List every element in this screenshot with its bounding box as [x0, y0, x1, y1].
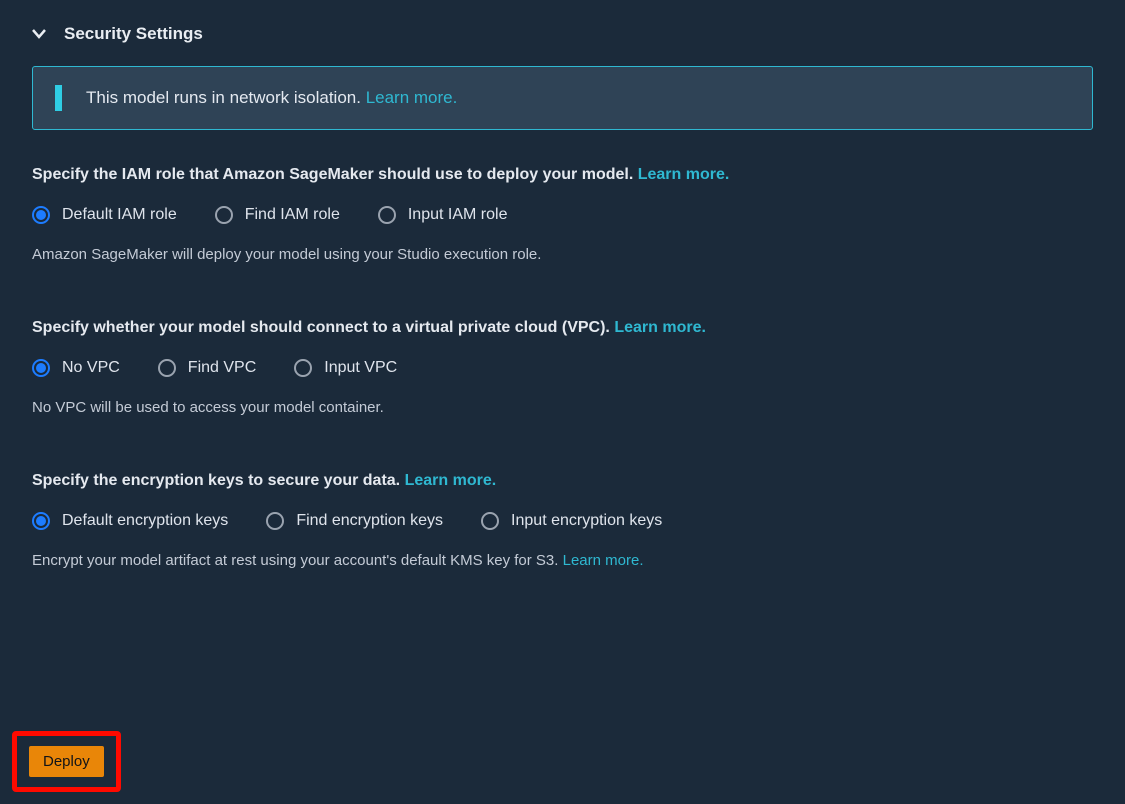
chevron-down-icon [32, 27, 46, 41]
security-settings-header[interactable]: Security Settings [32, 24, 1093, 44]
radio-find-iam-role[interactable]: Find IAM role [215, 206, 340, 224]
encryption-heading: Specify the encryption keys to secure yo… [32, 472, 1093, 490]
iam-heading: Specify the IAM role that Amazon SageMak… [32, 166, 1093, 184]
radio-label: No VPC [62, 359, 120, 377]
radio-label: Find VPC [188, 359, 256, 377]
vpc-section: Specify whether your model should connec… [32, 319, 1093, 416]
vpc-radio-group: No VPC Find VPC Input VPC [32, 359, 1093, 377]
radio-no-vpc[interactable]: No VPC [32, 359, 120, 377]
radio-label: Find IAM role [245, 206, 340, 224]
encryption-learn-more-link[interactable]: Learn more. [405, 472, 497, 489]
radio-find-vpc[interactable]: Find VPC [158, 359, 256, 377]
radio-icon [266, 512, 284, 530]
iam-radio-group: Default IAM role Find IAM role Input IAM… [32, 206, 1093, 224]
encryption-helper-learn-more-link[interactable]: Learn more. [563, 552, 644, 569]
vpc-heading: Specify whether your model should connec… [32, 319, 1093, 337]
banner-learn-more-link[interactable]: Learn more. [366, 88, 458, 107]
radio-label: Find encryption keys [296, 512, 443, 530]
section-title: Security Settings [64, 24, 203, 44]
banner-accent [55, 85, 62, 111]
iam-role-section: Specify the IAM role that Amazon SageMak… [32, 166, 1093, 263]
radio-label: Input encryption keys [511, 512, 662, 530]
radio-label: Input VPC [324, 359, 397, 377]
radio-icon [294, 359, 312, 377]
radio-label: Default IAM role [62, 206, 177, 224]
radio-icon [32, 359, 50, 377]
banner-text: This model runs in network isolation. Le… [86, 88, 457, 108]
vpc-helper-text: No VPC will be used to access your model… [32, 399, 1093, 416]
radio-input-vpc[interactable]: Input VPC [294, 359, 397, 377]
encryption-section: Specify the encryption keys to secure yo… [32, 472, 1093, 569]
vpc-learn-more-link[interactable]: Learn more. [614, 319, 706, 336]
encryption-helper-text: Encrypt your model artifact at rest usin… [32, 552, 1093, 569]
radio-label: Default encryption keys [62, 512, 228, 530]
deploy-button[interactable]: Deploy [29, 746, 104, 777]
radio-icon [215, 206, 233, 224]
radio-input-encryption-keys[interactable]: Input encryption keys [481, 512, 662, 530]
radio-icon [378, 206, 396, 224]
radio-find-encryption-keys[interactable]: Find encryption keys [266, 512, 443, 530]
banner-message: This model runs in network isolation. [86, 88, 366, 107]
radio-input-iam-role[interactable]: Input IAM role [378, 206, 508, 224]
radio-icon [158, 359, 176, 377]
deploy-highlight-box: Deploy [12, 731, 121, 792]
radio-default-iam-role[interactable]: Default IAM role [32, 206, 177, 224]
encryption-radio-group: Default encryption keys Find encryption … [32, 512, 1093, 530]
radio-default-encryption-keys[interactable]: Default encryption keys [32, 512, 228, 530]
network-isolation-banner: This model runs in network isolation. Le… [32, 66, 1093, 130]
radio-label: Input IAM role [408, 206, 508, 224]
radio-icon [32, 512, 50, 530]
iam-learn-more-link[interactable]: Learn more. [638, 166, 730, 183]
radio-icon [481, 512, 499, 530]
iam-helper-text: Amazon SageMaker will deploy your model … [32, 246, 1093, 263]
radio-icon [32, 206, 50, 224]
